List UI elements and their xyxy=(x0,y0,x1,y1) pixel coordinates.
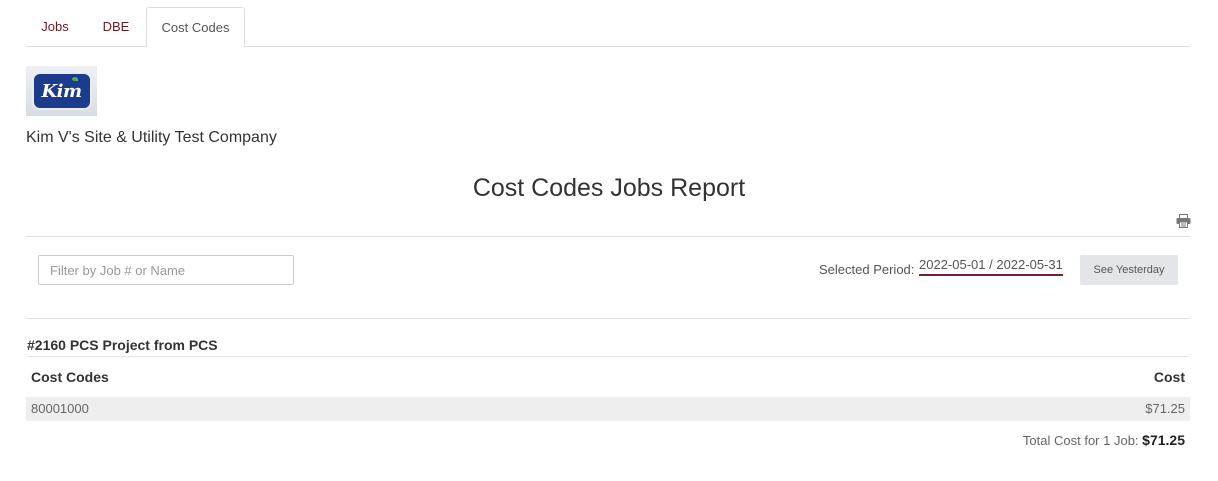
see-yesterday-button[interactable]: See Yesterday xyxy=(1080,255,1178,285)
tab-dbe[interactable]: DBE xyxy=(92,7,140,47)
total-cost: Total Cost for 1 Job: $71.25 xyxy=(1023,432,1185,448)
company-logo: Kim xyxy=(26,66,97,116)
cost-code-cell: 80001000 xyxy=(26,396,769,421)
report-tabs: Jobs DBE Cost Codes xyxy=(26,7,1190,47)
divider xyxy=(26,236,1190,237)
divider xyxy=(26,318,1190,319)
print-icon[interactable] xyxy=(1176,214,1191,228)
job-title: #2160 PCS Project from PCS xyxy=(27,337,218,353)
table-header-row: Cost Codes Cost xyxy=(26,357,1190,397)
leaf-icon xyxy=(71,77,78,81)
cost-cell: $71.25 xyxy=(768,396,1190,421)
column-header-cost: Cost xyxy=(1153,368,1185,385)
total-cost-label: Total Cost for 1 Job: xyxy=(1022,433,1139,448)
tab-jobs[interactable]: Jobs xyxy=(26,7,84,47)
selected-period-label: Selected Period: xyxy=(819,262,915,277)
total-cost-value: $71.25 xyxy=(1142,432,1185,448)
logo-text: Kim xyxy=(41,80,82,102)
table-row: 80001000 $71.25 xyxy=(26,396,1190,421)
column-header-cost-codes: Cost Codes xyxy=(31,368,109,385)
job-filter-input[interactable] xyxy=(38,255,294,285)
tab-cost-codes[interactable]: Cost Codes xyxy=(146,7,245,47)
logo-badge: Kim xyxy=(31,72,92,110)
cost-codes-report-page: Jobs DBE Cost Codes Kim Kim V's Site & U… xyxy=(0,0,1218,481)
report-title: Cost Codes Jobs Report xyxy=(472,174,746,202)
selected-period-picker[interactable]: 2022-05-01 / 2022-05-31 xyxy=(919,257,1063,276)
cost-codes-table: Cost Codes Cost 80001000 $71.25 xyxy=(26,356,1190,421)
company-name: Kim V's Site & Utility Test Company xyxy=(26,129,277,146)
